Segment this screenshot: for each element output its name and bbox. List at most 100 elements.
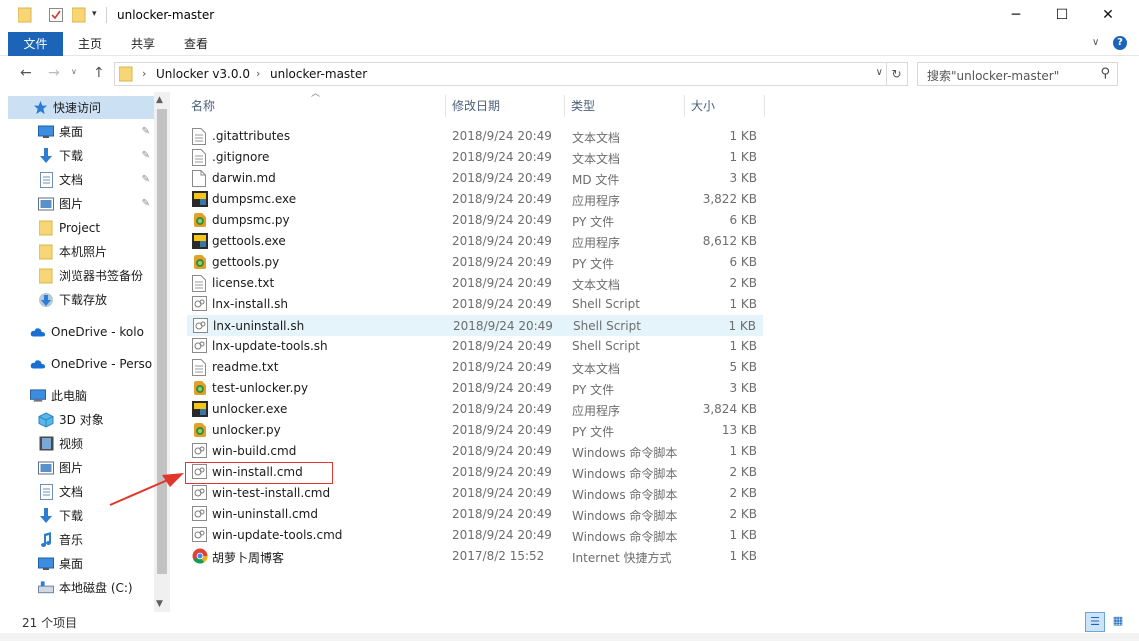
file-row[interactable]: test-unlocker.py 2018/9/24 20:49 PY 文件 3 KB <box>187 378 763 399</box>
expand-ribbon-icon[interactable]: ∨ <box>1092 37 1099 48</box>
sidebar-item[interactable]: 下载存放 <box>8 288 154 311</box>
forward-arrow-icon[interactable]: → <box>48 65 60 81</box>
file-name: dumpsmc.exe <box>212 192 297 206</box>
file-size: 1 KB <box>729 528 757 542</box>
tab-view[interactable]: 查看 <box>176 32 216 56</box>
file-type: Windows 命令脚本 <box>572 467 678 481</box>
file-name: lnx-update-tools.sh <box>212 339 328 353</box>
file-row[interactable]: unlocker.exe 2018/9/24 20:49 应用程序 3,824 KB <box>187 399 763 420</box>
sidebar-item[interactable]: 文档 ✎ <box>8 168 154 191</box>
scroll-up-icon[interactable]: ▲ <box>156 95 163 105</box>
file-date: 2018/9/24 20:49 <box>452 528 552 542</box>
breadcrumb-separator-icon[interactable]: › <box>256 67 260 80</box>
column-date[interactable]: 修改日期 <box>446 95 565 117</box>
nav-scrollbar[interactable]: ▲ ▼ <box>154 92 170 612</box>
address-dropdown-icon[interactable]: ∨ <box>876 67 883 78</box>
file-row[interactable]: readme.txt 2018/9/24 20:49 文本文档 5 KB <box>187 357 763 378</box>
column-name[interactable]: 名称 <box>185 95 446 117</box>
maximize-button[interactable]: ☐ <box>1039 0 1085 30</box>
file-date: 2018/9/24 20:49 <box>452 150 552 164</box>
video-icon <box>38 436 54 452</box>
file-row[interactable]: dumpsmc.py 2018/9/24 20:49 PY 文件 6 KB <box>187 210 763 231</box>
sidebar-item[interactable]: 视频 <box>8 432 154 455</box>
file-row[interactable]: 胡萝卜周博客 2017/8/2 15:52 Internet 快捷方式 1 KB <box>187 546 763 567</box>
file-row[interactable]: lnx-install.sh 2018/9/24 20:49 Shell Scrip… <box>187 294 763 315</box>
sidebar-item[interactable]: 音乐 <box>8 528 154 551</box>
sidebar-item-label: 下载 <box>59 149 84 163</box>
minimize-button[interactable]: ─ <box>993 0 1039 30</box>
file-row[interactable]: .gitignore 2018/9/24 20:49 文本文档 1 KB <box>187 147 763 168</box>
search-input[interactable]: 搜索"unlocker-master" ⚲ <box>917 62 1118 86</box>
sidebar-item[interactable]: 3D 对象 <box>8 408 154 431</box>
file-date: 2018/9/24 20:49 <box>452 255 552 269</box>
sidebar-item[interactable]: 快速访问 <box>8 96 154 119</box>
sidebar-item[interactable]: 桌面 ✎ <box>8 120 154 143</box>
new-folder-icon[interactable] <box>71 7 86 26</box>
column-type[interactable]: 类型 <box>565 95 685 117</box>
file-date: 2018/9/24 20:49 <box>452 507 552 521</box>
file-row[interactable]: dumpsmc.exe 2018/9/24 20:49 应用程序 3,822 KB <box>187 189 763 210</box>
refresh-button[interactable]: ↻ <box>886 62 908 86</box>
sidebar-item-label: 本地磁盘 (C:) <box>59 581 133 595</box>
file-name: dumpsmc.py <box>212 213 290 227</box>
sidebar-item[interactable]: 本地磁盘 (C:) <box>8 576 154 599</box>
back-arrow-icon[interactable]: ← <box>20 65 32 81</box>
file-name: lnx-install.sh <box>212 297 288 311</box>
recent-locations-icon[interactable]: ∨ <box>71 67 77 76</box>
column-size[interactable]: 大小 <box>685 95 765 117</box>
file-date: 2018/9/24 20:49 <box>452 486 552 500</box>
title-bar: ▾ unlocker-master ─ ☐ ✕ <box>0 0 1139 32</box>
tab-home[interactable]: 主页 <box>70 32 110 56</box>
file-row[interactable]: gettools.py 2018/9/24 20:49 PY 文件 6 KB <box>187 252 763 273</box>
file-row[interactable]: license.txt 2018/9/24 20:49 文本文档 2 KB <box>187 273 763 294</box>
sidebar-item[interactable]: 浏览器书签备份 <box>8 264 154 287</box>
customize-toolbar-icon[interactable]: ▾ <box>92 9 97 19</box>
file-name: license.txt <box>212 276 275 290</box>
sidebar-item[interactable]: 桌面 <box>8 552 154 575</box>
file-row[interactable]: unlocker.py 2018/9/24 20:49 PY 文件 13 KB <box>187 420 763 441</box>
address-bar[interactable]: › Unlocker v3.0.0 › unlocker-master ∨ <box>114 62 887 86</box>
file-date: 2018/9/24 20:49 <box>452 381 552 395</box>
large-icons-view-icon[interactable]: ▦ <box>1108 612 1128 632</box>
breadcrumb-separator-icon[interactable]: › <box>142 67 146 80</box>
file-date: 2018/9/24 20:49 <box>452 465 552 479</box>
file-row[interactable]: win-update-tools.cmd 2018/9/24 20:49 Windo… <box>187 525 763 546</box>
pin-icon[interactable]: ✎ <box>142 174 150 185</box>
file-row[interactable]: lnx-uninstall.sh 2018/9/24 20:49 Shell Scr… <box>187 315 763 336</box>
sidebar-item[interactable]: Project <box>8 216 154 239</box>
help-icon[interactable]: ? <box>1113 36 1127 50</box>
tab-file[interactable]: 文件 <box>8 32 63 56</box>
file-size: 6 KB <box>729 213 757 227</box>
breadcrumb-unlocker[interactable]: Unlocker v3.0.0 <box>156 67 250 81</box>
file-date: 2017/8/2 15:52 <box>452 549 545 563</box>
file-name: win-update-tools.cmd <box>212 528 343 542</box>
properties-icon[interactable] <box>48 7 64 26</box>
close-button[interactable]: ✕ <box>1085 0 1131 30</box>
breadcrumb-unlocker-master[interactable]: unlocker-master <box>270 67 367 81</box>
file-name: gettools.py <box>212 255 280 269</box>
file-row[interactable]: gettools.exe 2018/9/24 20:49 应用程序 8,612 KB <box>187 231 763 252</box>
document-icon <box>38 171 54 188</box>
file-row[interactable]: win-uninstall.cmd 2018/9/24 20:49 Windows … <box>187 504 763 525</box>
pin-icon[interactable]: ✎ <box>142 198 150 209</box>
file-row[interactable]: win-test-install.cmd 2018/9/24 20:49 Windo… <box>187 483 763 504</box>
sidebar-item[interactable]: OneDrive - kolo <box>8 320 154 343</box>
pin-icon[interactable]: ✎ <box>142 150 150 161</box>
sidebar-item[interactable]: 本机照片 <box>8 240 154 263</box>
file-name: 胡萝卜周博客 <box>212 551 285 565</box>
file-row[interactable]: darwin.md 2018/9/24 20:49 MD 文件 3 KB <box>187 168 763 189</box>
python-exe-icon <box>192 191 208 208</box>
up-arrow-icon[interactable]: ↑ <box>93 65 105 81</box>
sidebar-item[interactable]: 此电脑 <box>8 384 154 407</box>
scroll-down-icon[interactable]: ▼ <box>156 599 163 609</box>
sidebar-item[interactable]: OneDrive - Perso <box>8 352 154 375</box>
sidebar-item[interactable]: 图片 ✎ <box>8 192 154 215</box>
tab-share[interactable]: 共享 <box>123 32 163 56</box>
file-row[interactable]: win-build.cmd 2018/9/24 20:49 Windows 命令脚本… <box>187 441 763 462</box>
pin-icon[interactable]: ✎ <box>142 126 150 137</box>
file-name: lnx-uninstall.sh <box>213 319 305 333</box>
details-view-icon[interactable]: ☰ <box>1085 612 1105 632</box>
sidebar-item[interactable]: 下载 ✎ <box>8 144 154 167</box>
file-row[interactable]: .gitattributes 2018/9/24 20:49 文本文档 1 KB <box>187 126 763 147</box>
file-row[interactable]: lnx-update-tools.sh 2018/9/24 20:49 Shell … <box>187 336 763 357</box>
